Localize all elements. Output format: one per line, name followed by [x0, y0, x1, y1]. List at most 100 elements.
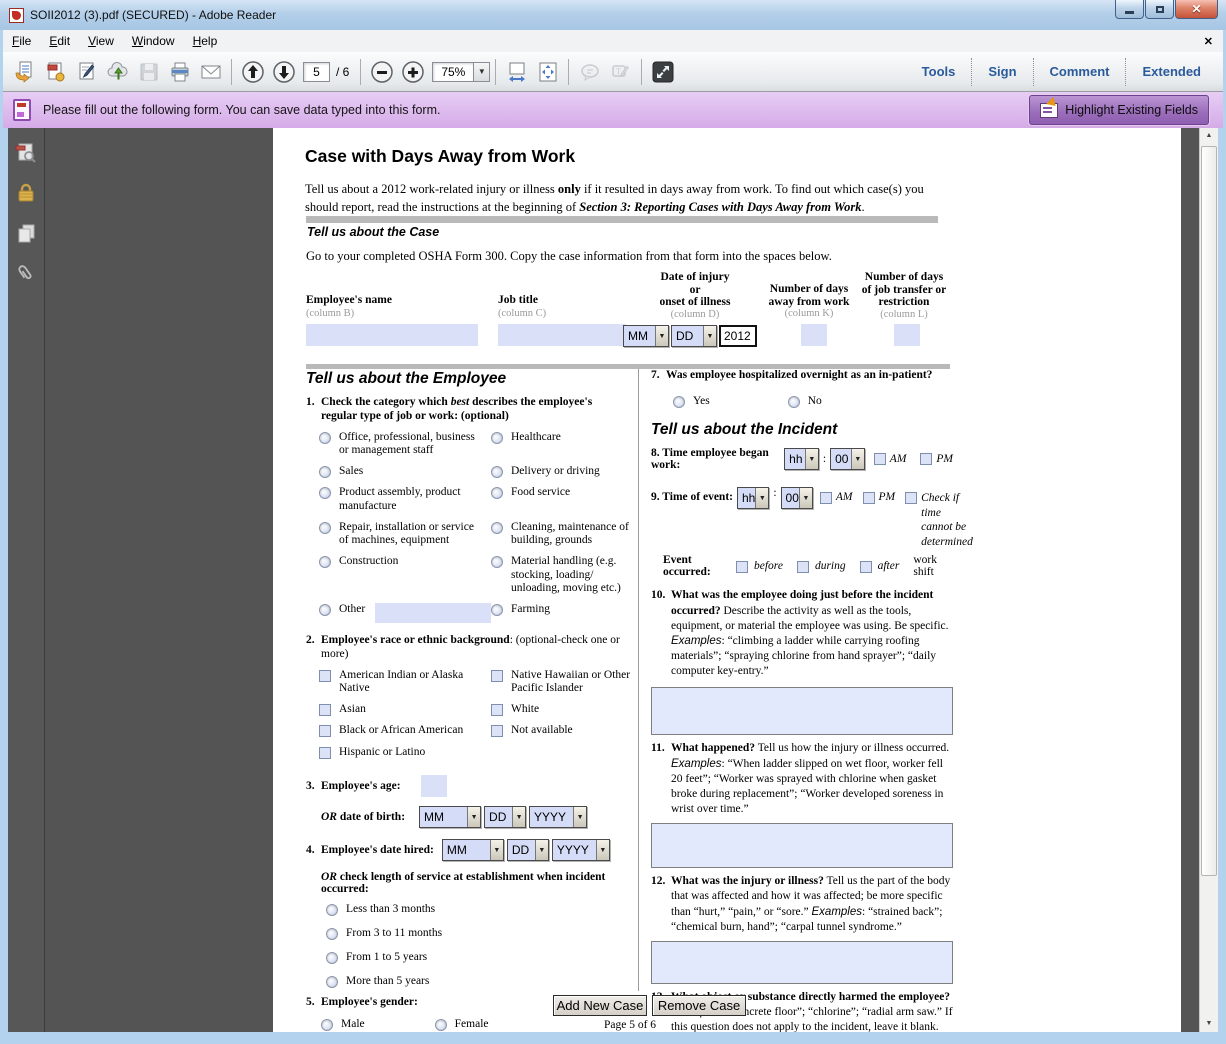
- radio-button[interactable]: [326, 952, 338, 964]
- job-title-field[interactable]: [498, 324, 626, 346]
- radio-option[interactable]: Product assembly, product manufacture: [319, 486, 491, 512]
- page-number-input[interactable]: 5: [303, 62, 330, 82]
- began-work-hour-select[interactable]: hh▼: [784, 448, 819, 470]
- checkbox-option[interactable]: Native Hawaiian or Other Pacific Islande…: [491, 669, 641, 695]
- radio-option[interactable]: Sales: [319, 465, 491, 478]
- close-button[interactable]: ✕: [1175, 0, 1218, 19]
- checkbox-option[interactable]: White: [491, 703, 641, 716]
- remove-case-button[interactable]: Remove Case: [652, 995, 746, 1016]
- radio-option[interactable]: Less than 3 months: [326, 903, 631, 916]
- checkbox[interactable]: [491, 725, 503, 737]
- print-icon[interactable]: [164, 57, 195, 87]
- radio-button[interactable]: [788, 396, 800, 408]
- fill-sign-icon[interactable]: [71, 57, 102, 87]
- previous-page-icon[interactable]: [237, 57, 268, 87]
- zoom-level-value[interactable]: 75%: [432, 62, 474, 82]
- birth-day-select[interactable]: DD▼: [484, 806, 526, 828]
- other-job-field[interactable]: [375, 603, 491, 623]
- scroll-up-icon[interactable]: ▲: [1200, 128, 1218, 144]
- employee-name-field[interactable]: [306, 324, 478, 346]
- question-12-answer-field[interactable]: [651, 941, 953, 984]
- pages-icon[interactable]: [14, 220, 39, 245]
- checkbox[interactable]: [319, 725, 331, 737]
- radio-button[interactable]: [326, 928, 338, 940]
- page-thumbnails-icon[interactable]: [14, 140, 39, 165]
- radio-option[interactable]: From 1 to 5 years: [326, 951, 631, 964]
- radio-button[interactable]: [673, 396, 685, 408]
- radio-button[interactable]: [491, 604, 503, 616]
- zoom-out-icon[interactable]: [366, 57, 397, 87]
- event-minute-select[interactable]: 00▼: [781, 487, 813, 509]
- checkbox-option[interactable]: Hispanic or Latino: [319, 746, 491, 759]
- text-annotation-icon[interactable]: T: [605, 57, 636, 87]
- event-pm-checkbox[interactable]: [863, 492, 875, 504]
- checkbox[interactable]: [319, 704, 331, 716]
- injury-year-field[interactable]: 2012: [719, 325, 757, 347]
- checkbox-option[interactable]: Black or African American: [319, 724, 491, 737]
- radio-option[interactable]: Repair, installation or service of machi…: [319, 521, 491, 547]
- radio-option[interactable]: Delivery or driving: [491, 465, 631, 478]
- menu-file[interactable]: File: [3, 31, 40, 51]
- radio-option-other[interactable]: Other: [319, 603, 491, 623]
- zoom-dropdown-icon[interactable]: ▼: [474, 62, 490, 82]
- save-icon[interactable]: [133, 57, 164, 87]
- injury-day-select[interactable]: DD▼: [671, 325, 717, 347]
- checkbox-option[interactable]: Asian: [319, 703, 491, 716]
- menu-view[interactable]: View: [79, 31, 123, 51]
- began-work-am-checkbox[interactable]: [874, 453, 886, 465]
- next-page-icon[interactable]: [268, 57, 299, 87]
- radio-button[interactable]: [319, 556, 331, 568]
- radio-option[interactable]: Cleaning, maintenance of building, groun…: [491, 521, 631, 547]
- employee-age-field[interactable]: [421, 775, 447, 797]
- checkbox[interactable]: [491, 670, 503, 682]
- email-icon[interactable]: [195, 57, 226, 87]
- checkbox[interactable]: [491, 704, 503, 716]
- menu-window[interactable]: Window: [123, 31, 184, 51]
- radio-option[interactable]: Food service: [491, 486, 631, 512]
- radio-button[interactable]: [491, 556, 503, 568]
- restore-button[interactable]: [1145, 0, 1174, 19]
- event-am-checkbox[interactable]: [820, 492, 832, 504]
- menu-edit[interactable]: Edit: [40, 31, 79, 51]
- radio-button[interactable]: [319, 522, 331, 534]
- fit-width-icon[interactable]: [501, 57, 532, 87]
- highlight-existing-fields-button[interactable]: Highlight Existing Fields: [1029, 95, 1209, 125]
- radio-button[interactable]: [321, 1019, 333, 1031]
- hired-year-select[interactable]: YYYY▼: [552, 839, 610, 861]
- time-cannot-be-determined-checkbox[interactable]: [905, 492, 917, 504]
- scroll-down-icon[interactable]: ▼: [1200, 1016, 1218, 1032]
- before-checkbox[interactable]: [736, 561, 748, 573]
- after-checkbox[interactable]: [860, 561, 872, 573]
- create-pdf-icon[interactable]: [40, 57, 71, 87]
- reading-mode-icon[interactable]: [647, 57, 678, 87]
- radio-option[interactable]: Farming: [491, 603, 631, 623]
- began-work-pm-checkbox[interactable]: [920, 453, 932, 465]
- open-icon[interactable]: [9, 57, 40, 87]
- menubar-close-icon[interactable]: ✕: [1204, 35, 1213, 48]
- hired-day-select[interactable]: DD▼: [507, 839, 549, 861]
- scrollbar-thumb[interactable]: [1201, 146, 1217, 876]
- radio-option[interactable]: Male: [321, 1018, 365, 1031]
- question-10-answer-field[interactable]: [651, 687, 953, 735]
- radio-option[interactable]: Yes: [673, 395, 710, 408]
- radio-button[interactable]: [491, 487, 503, 499]
- send-cloud-icon[interactable]: [102, 57, 133, 87]
- event-hour-select[interactable]: hh▼: [737, 487, 769, 509]
- birth-year-select[interactable]: YYYY▼: [529, 806, 587, 828]
- comment-link[interactable]: Comment: [1034, 64, 1126, 79]
- question-11-answer-field[interactable]: [651, 823, 953, 868]
- during-checkbox[interactable]: [797, 561, 809, 573]
- birth-month-select[interactable]: MM▼: [419, 806, 481, 828]
- extended-link[interactable]: Extended: [1126, 64, 1217, 79]
- tools-link[interactable]: Tools: [906, 64, 972, 79]
- radio-option[interactable]: Female: [435, 1018, 489, 1031]
- sign-link[interactable]: Sign: [972, 64, 1032, 79]
- security-lock-icon[interactable]: [14, 180, 39, 205]
- checkbox[interactable]: [319, 670, 331, 682]
- radio-option[interactable]: Material handling (e.g. stocking, loadin…: [491, 555, 631, 595]
- radio-button[interactable]: [435, 1019, 447, 1031]
- minimize-button[interactable]: [1115, 0, 1144, 19]
- attachments-paperclip-icon[interactable]: [14, 260, 39, 285]
- injury-month-select[interactable]: MM▼: [623, 325, 669, 347]
- radio-button[interactable]: [491, 466, 503, 478]
